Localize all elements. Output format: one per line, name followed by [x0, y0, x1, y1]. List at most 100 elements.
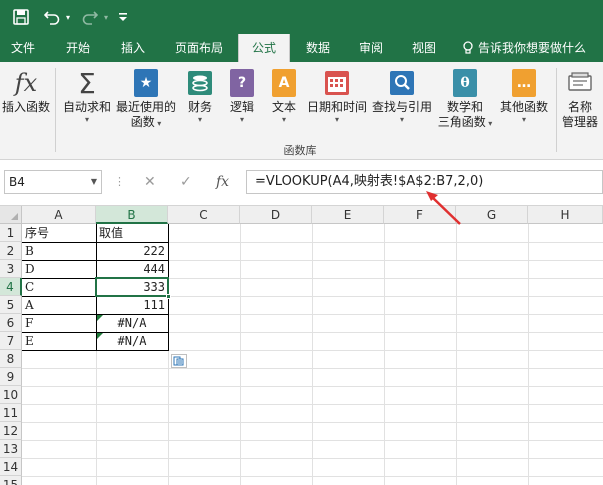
error-indicator-icon[interactable]: [97, 333, 103, 339]
column-header-g[interactable]: G: [456, 206, 528, 224]
row-header-6[interactable]: 6: [0, 314, 22, 332]
gridline: [22, 404, 603, 405]
cell-b5[interactable]: 111: [97, 296, 167, 314]
autosum-button[interactable]: Σ 自动求和 ▾: [59, 68, 115, 125]
row-header-5[interactable]: 5: [0, 296, 22, 314]
lightbulb-icon: [463, 41, 473, 54]
gridline: [22, 440, 603, 441]
gridline: [312, 224, 313, 485]
cell-a1[interactable]: 序号: [23, 224, 95, 242]
formula-bar: B4 ▼ ⋮ ✕ ✓ fx =VLOOKUP(A4,映射表!$A$2:B7,2,…: [0, 160, 603, 206]
cell-a3[interactable]: D: [23, 260, 95, 278]
row-header-13[interactable]: 13: [0, 440, 22, 458]
formula-input[interactable]: =VLOOKUP(A4,映射表!$A$2:B7,2,0): [246, 170, 603, 194]
cell-b3[interactable]: 444: [97, 260, 167, 278]
cancel-icon[interactable]: ✕: [144, 174, 156, 190]
worksheet: A B C D E F G H 1 2 3 4 5 6 7 8 9 10 11 …: [0, 206, 603, 485]
row-header-1[interactable]: 1: [0, 224, 22, 242]
paste-options-icon[interactable]: [171, 354, 187, 368]
vertical-dots-icon: ⋮: [114, 175, 125, 188]
fill-handle[interactable]: [166, 294, 171, 299]
chevron-down-icon: ▾: [197, 115, 202, 124]
select-all-corner[interactable]: [0, 206, 22, 224]
tab-view[interactable]: 视图: [402, 34, 446, 62]
column-header-e[interactable]: E: [312, 206, 384, 224]
undo-dropdown-icon[interactable]: ▾: [62, 7, 74, 27]
gridline: [384, 224, 385, 485]
gridline: [240, 224, 241, 485]
tab-file[interactable]: 文件: [0, 34, 46, 62]
cell-b6[interactable]: #N/A: [97, 314, 167, 332]
row-header-3[interactable]: 3: [0, 260, 22, 278]
enter-icon[interactable]: ✓: [180, 174, 192, 190]
cell-a4[interactable]: C: [23, 278, 95, 296]
financial-button[interactable]: 财务 ▾: [182, 68, 218, 125]
date-time-button[interactable]: 日期和时间 ▾: [306, 68, 368, 125]
cell-a6[interactable]: F: [23, 314, 95, 332]
save-icon[interactable]: [10, 7, 32, 27]
row-header-7[interactable]: 7: [0, 332, 22, 350]
tab-review[interactable]: 审阅: [348, 34, 394, 62]
cell-a7[interactable]: E: [23, 332, 95, 350]
chevron-down-icon: ▾: [521, 115, 526, 124]
sigma-icon: Σ: [78, 66, 96, 100]
tab-insert[interactable]: 插入: [110, 34, 156, 62]
ribbon-separator: [55, 68, 56, 152]
column-header-f[interactable]: F: [384, 206, 456, 224]
column-header-b[interactable]: B: [96, 206, 168, 224]
row-header-11[interactable]: 11: [0, 404, 22, 422]
gridline: [22, 386, 603, 387]
row-header-4[interactable]: 4: [0, 278, 22, 296]
logical-icon: ?: [227, 68, 257, 98]
calendar-icon: [322, 68, 352, 98]
name-manager-icon: [565, 68, 595, 98]
lookup-reference-button[interactable]: 查找与引用 ▾: [371, 68, 433, 125]
tab-home[interactable]: 开始: [54, 34, 102, 62]
name-manager-button[interactable]: 名称 管理器: [558, 68, 602, 130]
chevron-down-icon[interactable]: ▼: [91, 171, 97, 193]
tell-me-text: 告诉我你想要做什么: [478, 41, 587, 55]
redo-icon[interactable]: [80, 7, 100, 27]
recently-used-button[interactable]: ★ 最近使用的 函数 ▾: [114, 68, 178, 131]
customize-icon[interactable]: [116, 7, 130, 27]
chevron-down-icon: ▾: [399, 115, 404, 124]
tab-page-layout[interactable]: 页面布局: [164, 34, 234, 62]
insert-function-icon[interactable]: fx: [216, 174, 229, 190]
more-functions-button[interactable]: … 其他函数 ▾: [496, 68, 552, 125]
gridline: [22, 368, 603, 369]
cell-a2[interactable]: B: [23, 242, 95, 260]
more-functions-icon: …: [509, 68, 539, 98]
row-header-15[interactable]: 15: [0, 476, 22, 485]
tab-formulas[interactable]: 公式: [238, 34, 290, 62]
row-header-10[interactable]: 10: [0, 386, 22, 404]
redo-dropdown-icon[interactable]: ▾: [100, 7, 112, 27]
text-button[interactable]: A 文本 ▾: [266, 68, 302, 125]
column-header-c[interactable]: C: [168, 206, 240, 224]
cell-a5[interactable]: A: [23, 296, 95, 314]
math-trig-button[interactable]: θ 数学和 三角函数 ▾: [435, 68, 495, 131]
error-indicator-icon[interactable]: [97, 315, 103, 321]
undo-icon[interactable]: [42, 7, 62, 27]
lookup-icon: [387, 68, 417, 98]
gridline: [22, 422, 603, 423]
insert-function-button[interactable]: fx 插入函数: [0, 68, 52, 115]
row-header-12[interactable]: 12: [0, 422, 22, 440]
logical-button[interactable]: ? 逻辑 ▾: [224, 68, 260, 125]
tab-data[interactable]: 数据: [296, 34, 340, 62]
row-header-9[interactable]: 9: [0, 368, 22, 386]
financial-icon: [185, 68, 215, 98]
column-header-h[interactable]: H: [528, 206, 603, 224]
column-header-a[interactable]: A: [22, 206, 96, 224]
row-header-14[interactable]: 14: [0, 458, 22, 476]
tell-me-box[interactable]: 告诉我你想要做什么: [462, 34, 586, 62]
name-box[interactable]: B4 ▼: [4, 170, 102, 194]
column-header-d[interactable]: D: [240, 206, 312, 224]
chevron-down-icon: ▾: [281, 115, 286, 124]
cell-b7[interactable]: #N/A: [97, 332, 167, 350]
cell-b2[interactable]: 222: [97, 242, 167, 260]
row-header-8[interactable]: 8: [0, 350, 22, 368]
ribbon: fx 插入函数 Σ 自动求和 ▾ ★ 最近使用的 函数 ▾ 财务 ▾ ? 逻辑 …: [0, 62, 603, 160]
fx-icon: fx: [14, 68, 38, 97]
row-header-2[interactable]: 2: [0, 242, 22, 260]
cell-b1[interactable]: 取值: [97, 224, 167, 242]
